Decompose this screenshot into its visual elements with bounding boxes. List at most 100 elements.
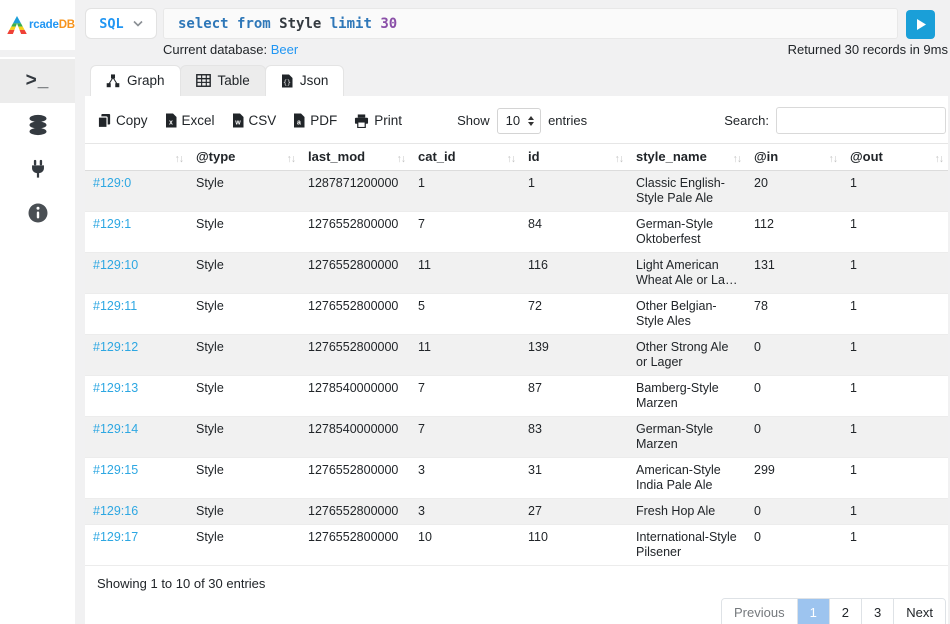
- tab-table[interactable]: Table: [180, 65, 266, 96]
- print-icon: [354, 114, 369, 128]
- column-header-@in[interactable]: @in ↑↓: [746, 144, 842, 171]
- column-header-style_name[interactable]: style_name↑↓: [628, 144, 746, 171]
- current-database-label: Current database:: [163, 42, 267, 57]
- table-cell: 87: [520, 376, 628, 417]
- table-cell: Style: [188, 212, 300, 253]
- entries-label: entries: [548, 113, 587, 128]
- record-link[interactable]: #129:11: [93, 299, 137, 313]
- table-cell: #129:16: [85, 499, 188, 525]
- column-header-last_mod[interactable]: last_mod↑↓: [300, 144, 410, 171]
- record-link[interactable]: #129:0: [93, 176, 131, 190]
- run-query-button[interactable]: [906, 10, 935, 39]
- column-header-label: @in: [754, 149, 778, 164]
- pagination: Previous123Next: [721, 598, 946, 624]
- table-icon: [196, 74, 211, 87]
- table-cell: 1: [842, 212, 948, 253]
- table-cell: Style: [188, 294, 300, 335]
- page-button-1[interactable]: 1: [797, 599, 829, 624]
- record-link[interactable]: #129:12: [93, 340, 138, 354]
- sort-icon[interactable]: ↑↓: [175, 151, 184, 167]
- terminal-icon: >_: [26, 70, 50, 92]
- sort-icon[interactable]: ↑↓: [935, 151, 944, 167]
- json-icon: {}: [281, 74, 293, 88]
- sidebar-item-query[interactable]: >_: [0, 59, 75, 103]
- copy-button[interactable]: Copy: [97, 113, 148, 128]
- sort-icon[interactable]: ↑↓: [829, 151, 838, 167]
- table-cell: 84: [520, 212, 628, 253]
- arcadedb-logo-icon: [7, 16, 27, 34]
- table-cell: #129:15: [85, 458, 188, 499]
- column-header-@out[interactable]: @out↑↓: [842, 144, 948, 171]
- info-icon: [26, 201, 50, 225]
- column-header-cat_id[interactable]: cat_id↑↓: [410, 144, 520, 171]
- table-cell: International-Style Pilsener: [628, 525, 746, 566]
- table-cell: 1276552800000: [300, 499, 410, 525]
- sidebar-item-databases[interactable]: [0, 103, 75, 147]
- page-button-previous[interactable]: Previous: [722, 599, 797, 624]
- record-link[interactable]: #129:1: [93, 217, 131, 231]
- sidebar-nav: >_: [0, 57, 75, 624]
- query-language-select[interactable]: SQL: [85, 8, 157, 39]
- table-cell: Style: [188, 171, 300, 212]
- excel-button[interactable]: x Excel: [165, 113, 215, 128]
- column-header-rid[interactable]: ↑↓: [85, 144, 188, 171]
- record-link[interactable]: #129:10: [93, 258, 138, 272]
- page-button-2[interactable]: 2: [829, 599, 861, 624]
- table-cell: 1276552800000: [300, 253, 410, 294]
- entries-count-select[interactable]: 10: [497, 108, 541, 134]
- print-button[interactable]: Print: [354, 113, 402, 128]
- table-cell: 11: [410, 253, 520, 294]
- table-cell: Other Strong Ale or Lager: [628, 335, 746, 376]
- pdf-button[interactable]: a PDF: [293, 113, 337, 128]
- sort-icon[interactable]: ↑↓: [287, 151, 296, 167]
- tab-json[interactable]: {} Json: [265, 65, 345, 96]
- current-database-link[interactable]: Beer: [271, 42, 298, 57]
- query-token: limit: [330, 16, 381, 32]
- search-input[interactable]: [776, 107, 946, 134]
- plug-icon: [27, 158, 49, 180]
- sidebar-item-information[interactable]: [0, 191, 75, 235]
- record-link[interactable]: #129:13: [93, 381, 138, 395]
- page-button-next[interactable]: Next: [893, 599, 945, 624]
- play-icon: [915, 18, 927, 31]
- record-link[interactable]: #129:14: [93, 422, 138, 436]
- table-cell: 1: [842, 376, 948, 417]
- sort-icon[interactable]: ↑↓: [615, 151, 624, 167]
- table-cell: 7: [410, 376, 520, 417]
- svg-text:a: a: [297, 120, 301, 127]
- table-cell: 0: [746, 499, 842, 525]
- sort-icon[interactable]: ↑↓: [507, 151, 516, 167]
- table-cell: 1276552800000: [300, 458, 410, 499]
- svg-text:w: w: [234, 120, 241, 127]
- table-cell: 3: [410, 458, 520, 499]
- record-link[interactable]: #129:17: [93, 530, 138, 544]
- table-cell: 1: [842, 499, 948, 525]
- query-token: 30: [380, 16, 397, 32]
- record-link[interactable]: #129:15: [93, 463, 138, 477]
- table-cell: 27: [520, 499, 628, 525]
- table-cell: #129:12: [85, 335, 188, 376]
- sort-icon[interactable]: ↑↓: [733, 151, 742, 167]
- record-link[interactable]: #129:16: [93, 504, 138, 518]
- sidebar-item-connections[interactable]: [0, 147, 75, 191]
- sort-icon[interactable]: ↑↓: [397, 151, 406, 167]
- tab-graph[interactable]: Graph: [90, 65, 181, 96]
- table-cell: #129:1: [85, 212, 188, 253]
- table-header-row: ↑↓@type↑↓last_mod↑↓cat_id↑↓id↑↓style_nam…: [85, 144, 948, 171]
- table-cell: 31: [520, 458, 628, 499]
- table-cell: Style: [188, 458, 300, 499]
- table-cell: Fresh Hop Ale: [628, 499, 746, 525]
- print-button-label: Print: [374, 113, 402, 128]
- column-header-id[interactable]: id ↑↓: [520, 144, 628, 171]
- query-input[interactable]: select from Style limit 30: [163, 8, 898, 39]
- page-button-3[interactable]: 3: [861, 599, 893, 624]
- column-header-label: id: [528, 149, 540, 164]
- csv-button[interactable]: w CSV: [232, 113, 277, 128]
- table-toolbar: Copy x Excel w CSV: [85, 96, 948, 143]
- logo-text: rcadeDB: [29, 19, 75, 31]
- table-cell: Style: [188, 417, 300, 458]
- table-row: #129:15Style1276552800000331American-Sty…: [85, 458, 948, 499]
- table-cell: 131: [746, 253, 842, 294]
- column-header-@type[interactable]: @type↑↓: [188, 144, 300, 171]
- table-footer: Showing 1 to 10 of 30 entries Previous12…: [85, 566, 948, 624]
